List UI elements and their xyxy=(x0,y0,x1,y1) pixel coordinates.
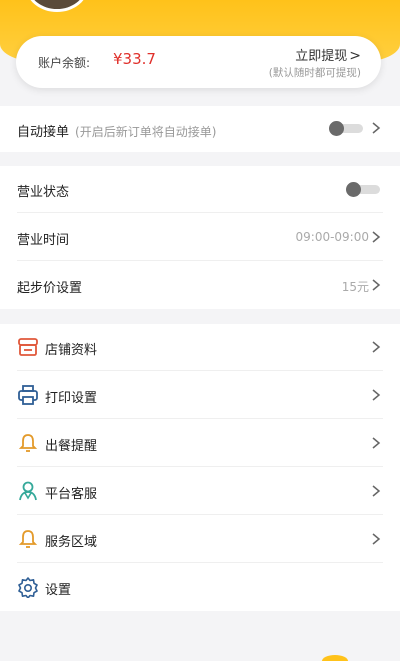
customer-service-icon xyxy=(17,480,39,502)
balance-value: ¥33.7 xyxy=(113,50,156,68)
bell-icon xyxy=(17,432,39,454)
menu-item-settings[interactable]: 设置 xyxy=(17,564,383,611)
business-hours-value: 09:00-09:00 xyxy=(295,230,370,244)
menu-item-label: 打印设置 xyxy=(45,391,98,406)
business-group: 营业状态 营业时间 09:00-09:00 起步价设置 15元 xyxy=(0,166,400,309)
balance-label: 账户余额: xyxy=(38,56,91,70)
printer-icon xyxy=(17,384,39,406)
auto-accept-hint: (开启后新订单将自动接单) xyxy=(75,125,217,139)
menu-item-label: 平台客服 xyxy=(45,487,98,502)
chevron-right-icon xyxy=(369,481,383,501)
business-status-label: 营业状态 xyxy=(17,185,70,200)
min-price-row[interactable]: 起步价设置 15元 xyxy=(17,262,383,309)
menu-item-customer-service[interactable]: 平台客服 xyxy=(17,468,383,515)
withdraw-label: 立即提现 xyxy=(295,49,348,64)
avatar[interactable] xyxy=(26,0,88,12)
menu-group: 店铺资料 打印设置 出餐提醒 平台客服 服务区域 设置 xyxy=(0,324,400,611)
business-hours-row[interactable]: 营业时间 09:00-09:00 xyxy=(17,214,383,261)
menu-item-label: 出餐提醒 xyxy=(45,439,98,454)
menu-item-label: 设置 xyxy=(45,583,72,598)
min-price-value: 15元 xyxy=(341,280,369,294)
auto-accept-row[interactable]: 自动接单 (开启后新订单将自动接单) xyxy=(17,106,383,153)
balance-card: 账户余额: ¥33.7 立即提现 > (默认随时都可提现) xyxy=(16,36,381,88)
chevron-right-icon xyxy=(369,118,383,138)
min-price-label: 起步价设置 xyxy=(17,281,83,296)
auto-accept-group: 自动接单 (开启后新订单将自动接单) xyxy=(0,106,400,152)
business-hours-label: 营业时间 xyxy=(17,233,70,248)
menu-item-print-settings[interactable]: 打印设置 xyxy=(17,372,383,419)
chevron-right-icon xyxy=(369,433,383,453)
menu-item-service-area[interactable]: 服务区域 xyxy=(17,516,383,563)
chevron-right-icon xyxy=(369,275,383,295)
chevron-right-icon xyxy=(369,227,383,247)
toggle-knob xyxy=(346,182,361,197)
auto-accept-title: 自动接单 xyxy=(17,125,70,140)
page: 账户余额: ¥33.7 立即提现 > (默认随时都可提现) 自动接单 (开启后新订单… xyxy=(0,0,400,661)
chevron-right-icon xyxy=(369,529,383,549)
menu-item-store-info[interactable]: 店铺资料 xyxy=(17,324,383,371)
bottom-indicator xyxy=(322,655,348,661)
chevron-right-icon xyxy=(369,385,383,405)
menu-item-label: 服务区域 xyxy=(45,535,98,550)
chevron-right-icon xyxy=(369,337,383,357)
toggle-knob xyxy=(329,121,344,136)
menu-item-meal-reminder[interactable]: 出餐提醒 xyxy=(17,420,383,467)
chevron-right-icon: > xyxy=(349,48,361,64)
menu-item-label: 店铺资料 xyxy=(45,343,98,358)
bell-icon xyxy=(17,528,39,550)
auto-accept-toggle[interactable] xyxy=(329,121,363,136)
business-status-toggle[interactable] xyxy=(346,182,380,197)
withdraw-button[interactable]: 立即提现 > xyxy=(295,45,361,64)
business-status-row: 营业状态 xyxy=(17,166,383,213)
gear-icon xyxy=(17,576,39,599)
auto-accept-label: 自动接单 (开启后新订单将自动接单) xyxy=(17,121,216,140)
store-icon xyxy=(17,336,39,358)
withdraw-hint: (默认随时都可提现) xyxy=(268,67,361,79)
